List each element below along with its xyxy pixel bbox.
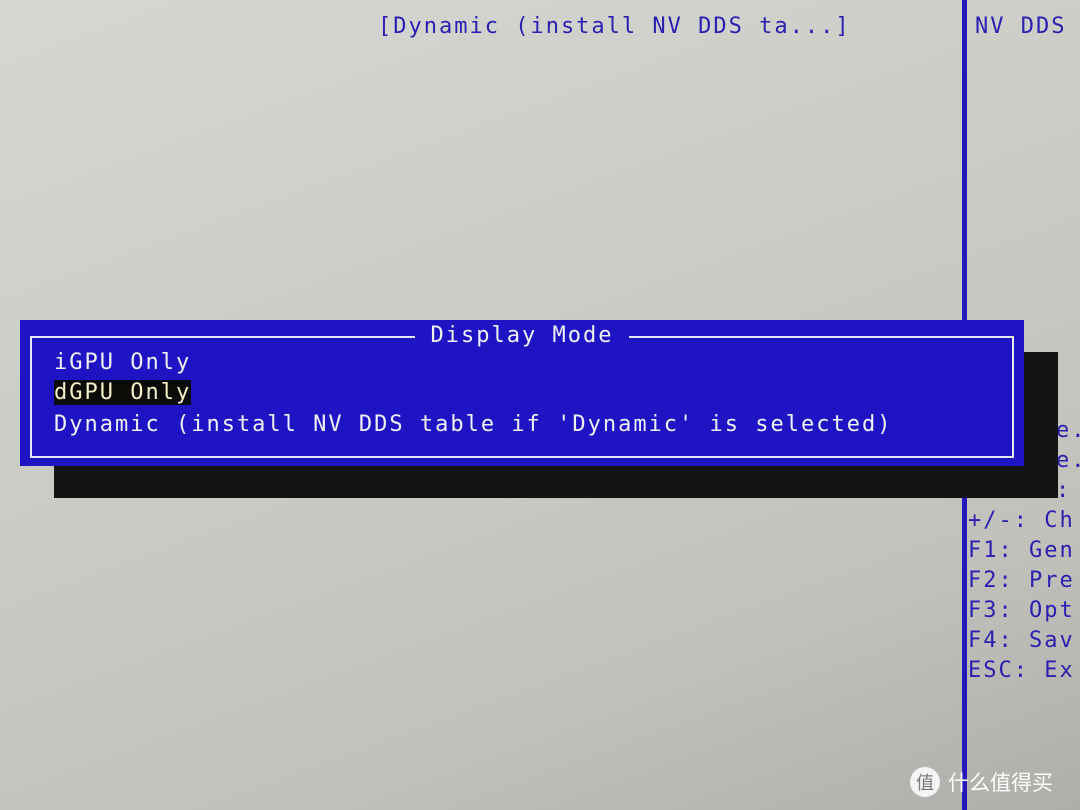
display-mode-dialog: Display Mode iGPU Only dGPU Only Dynamic… <box>20 320 1024 466</box>
help-key-f2: F2: Pre <box>968 568 1075 593</box>
help-key-esc: ESC: Ex <box>968 658 1075 683</box>
help-key-change: +/-: Ch <box>968 508 1075 533</box>
dialog-title: Display Mode <box>20 323 1024 348</box>
help-key-f1: F1: Gen <box>968 538 1075 563</box>
watermark-logo-icon: 值 <box>910 767 940 797</box>
option-dgpu-only[interactable]: dGPU Only <box>54 380 192 405</box>
watermark: 值 什么值得买 <box>910 767 1053 797</box>
help-heading: NV DDS <box>975 14 1067 39</box>
help-fragment: : <box>1056 478 1072 503</box>
watermark-text: 什么值得买 <box>948 771 1053 795</box>
dialog-title-text: Display Mode <box>414 323 630 348</box>
current-setting-value[interactable]: [Dynamic (install NV DDS ta...] <box>378 14 851 39</box>
help-key-f4: F4: Sav <box>968 628 1075 653</box>
help-fragment: e. <box>1056 418 1080 443</box>
option-dynamic[interactable]: Dynamic (install NV DDS table if 'Dynami… <box>54 412 892 437</box>
help-key-f3: F3: Opt <box>968 598 1075 623</box>
help-fragment: e. <box>1056 448 1080 473</box>
option-igpu-only[interactable]: iGPU Only <box>54 350 191 375</box>
